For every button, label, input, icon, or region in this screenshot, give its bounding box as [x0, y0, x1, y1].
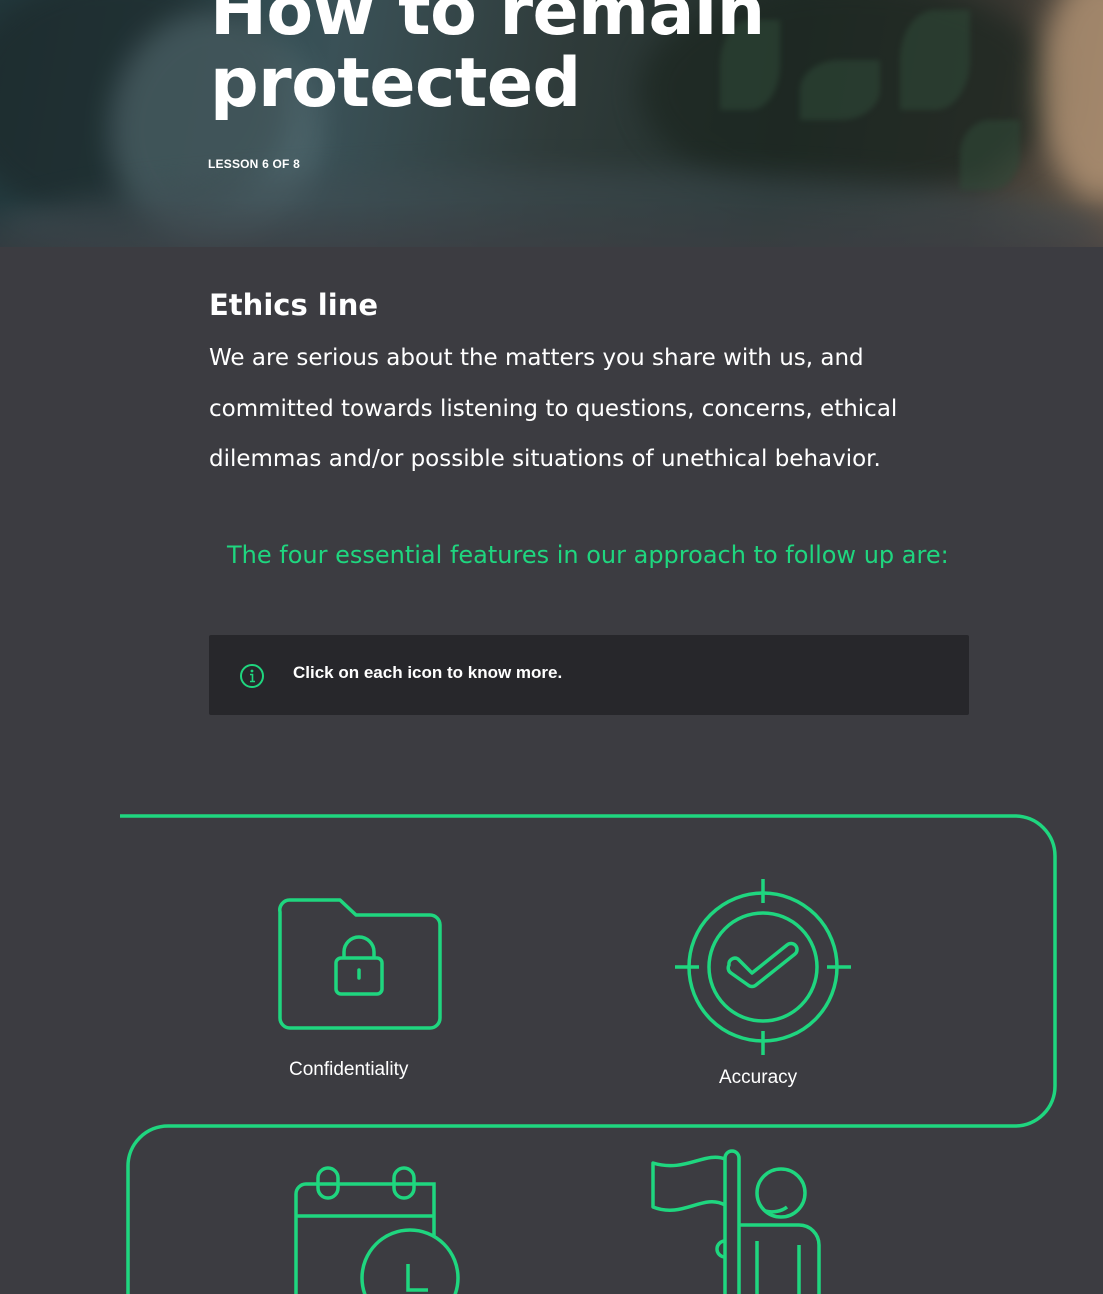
folder-lock-icon[interactable]: [270, 890, 450, 1040]
feature-label-accuracy[interactable]: Accuracy: [719, 1067, 797, 1089]
feature-path-line: [120, 814, 1057, 1294]
person-flag-icon[interactable]: [645, 1145, 835, 1294]
feature-label-confidentiality[interactable]: Confidentiality: [289, 1059, 408, 1081]
feature-responsibility[interactable]: [645, 1145, 835, 1294]
feature-confidentiality[interactable]: [270, 890, 450, 1040]
calendar-clock-icon[interactable]: [290, 1160, 470, 1294]
feature-accuracy[interactable]: [673, 877, 853, 1057]
feature-timeliness[interactable]: [290, 1160, 470, 1294]
target-check-icon[interactable]: [673, 877, 853, 1057]
lesson-page: How to remain protected LESSON 6 OF 8 Et…: [0, 0, 1103, 1294]
